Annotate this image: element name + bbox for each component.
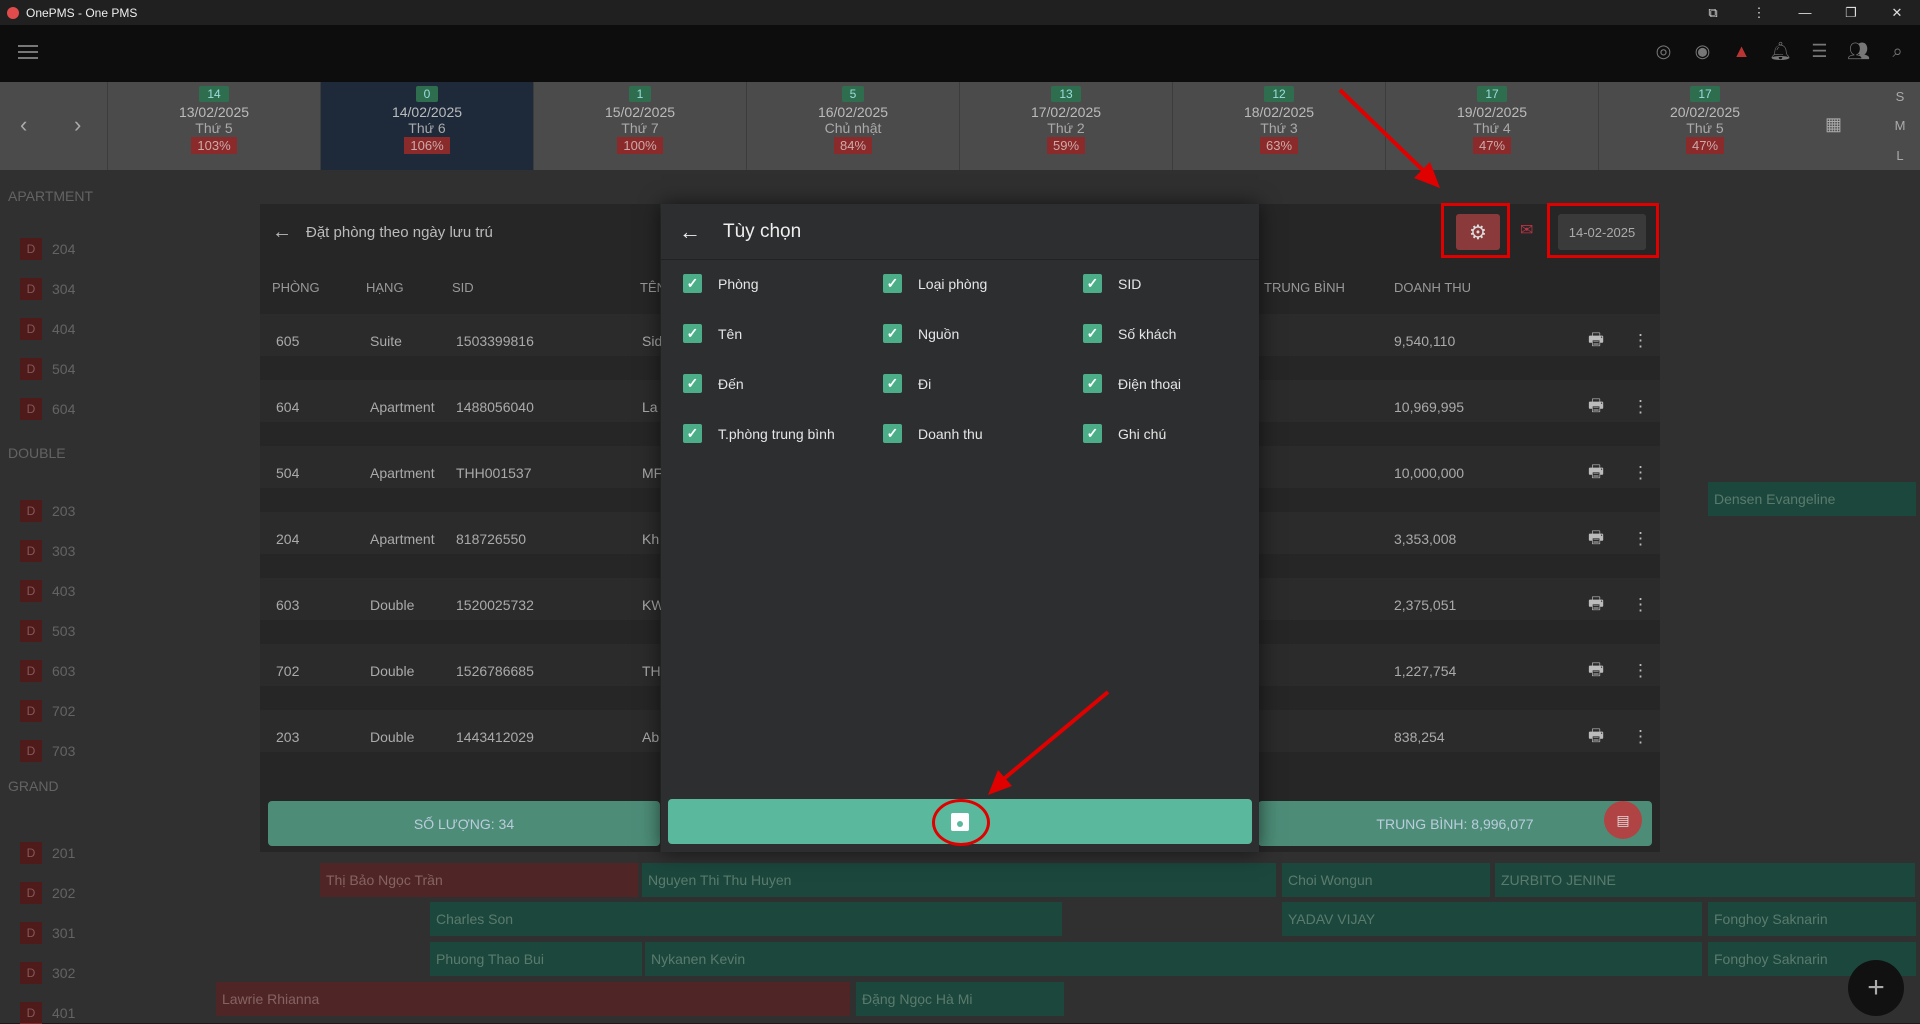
add-fab-button[interactable]: +	[1848, 960, 1904, 1016]
plus-icon: +	[1867, 971, 1885, 1004]
annotation-arrow	[998, 690, 1110, 784]
annotation-arrow	[1338, 88, 1430, 177]
annotation-arrows	[988, 88, 1440, 795]
